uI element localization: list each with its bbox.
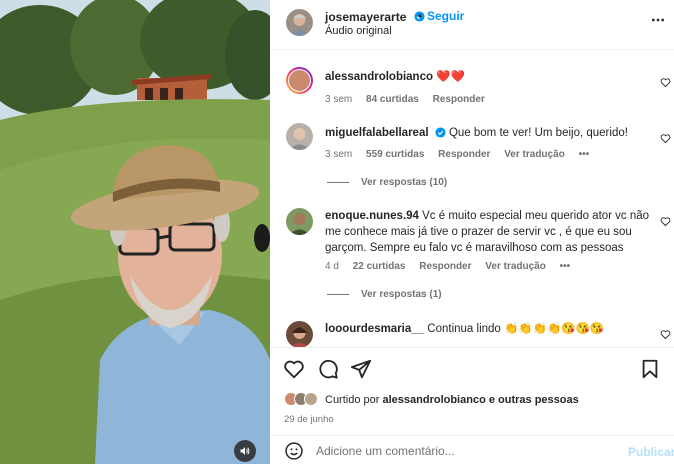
view-replies-button[interactable]: Ver respostas (1) bbox=[327, 289, 442, 300]
post-header: josemayerarte • Seguir Áudio original bbox=[270, 0, 674, 50]
heart-icon[interactable] bbox=[660, 77, 671, 88]
comment-username[interactable]: enoque.nunes.94 bbox=[325, 210, 419, 222]
comment-more-button[interactable]: ••• bbox=[560, 261, 571, 272]
mute-button[interactable] bbox=[234, 440, 256, 462]
bookmark-icon[interactable] bbox=[639, 358, 661, 380]
comment-input[interactable] bbox=[316, 444, 606, 458]
commenter-avatar[interactable] bbox=[286, 208, 313, 235]
comment-time: 3 sem bbox=[325, 94, 353, 105]
comment-text: Continua lindo 👏👏👏👏😘😘😘 bbox=[427, 323, 605, 335]
comment-text: Que bom te ver! Um beijo, querido! bbox=[448, 127, 628, 139]
comment-username[interactable]: looourdesmaria__ bbox=[325, 323, 424, 335]
reply-button[interactable]: Responder bbox=[438, 149, 490, 160]
comment-text: ❤️❤️ bbox=[436, 71, 465, 83]
add-comment-bar: Publicar bbox=[270, 435, 674, 464]
post-actions: Curtido por alessandrolobianco e outras … bbox=[270, 347, 674, 464]
commenter-avatar[interactable] bbox=[286, 67, 313, 94]
comment-more-button[interactable]: ••• bbox=[579, 149, 590, 160]
heart-icon[interactable] bbox=[660, 329, 671, 340]
translate-button[interactable]: Ver tradução bbox=[504, 149, 565, 160]
commenter-avatar[interactable] bbox=[286, 321, 313, 347]
liker-avatar bbox=[304, 392, 318, 406]
commenter-avatar[interactable] bbox=[286, 123, 313, 150]
heart-icon[interactable] bbox=[660, 216, 671, 227]
emoji-icon[interactable] bbox=[284, 441, 304, 461]
translate-button[interactable]: Ver tradução bbox=[485, 261, 546, 272]
liked-by-user[interactable]: alessandrolobianco bbox=[382, 394, 485, 406]
view-replies-button[interactable]: Ver respostas (10) bbox=[327, 177, 447, 188]
original-audio-link[interactable]: Áudio original bbox=[325, 25, 392, 37]
verified-badge-icon bbox=[435, 127, 446, 139]
liked-by-others[interactable]: e outras pessoas bbox=[489, 394, 579, 406]
heart-icon[interactable] bbox=[283, 358, 305, 380]
comment-icon[interactable] bbox=[317, 358, 339, 380]
comment-time: 3 sem bbox=[325, 149, 353, 160]
header-separator: • bbox=[418, 9, 423, 23]
reply-button[interactable]: Responder bbox=[419, 261, 471, 272]
follow-button[interactable]: Seguir bbox=[427, 9, 464, 23]
publish-button[interactable]: Publicar bbox=[628, 445, 674, 459]
post-date[interactable]: 29 de junho bbox=[284, 414, 334, 425]
liked-by-summary: Curtido por alessandrolobianco e outras … bbox=[325, 394, 579, 406]
reply-button[interactable]: Responder bbox=[433, 94, 485, 105]
video-frame-image bbox=[0, 0, 270, 464]
heart-icon[interactable] bbox=[660, 133, 671, 144]
post-details-panel: josemayerarte • Seguir Áudio original al… bbox=[270, 0, 674, 464]
share-icon[interactable] bbox=[350, 358, 372, 380]
comment-time: 4 d bbox=[325, 261, 339, 272]
author-username[interactable]: josemayerarte bbox=[325, 10, 406, 24]
author-avatar[interactable] bbox=[286, 9, 313, 36]
comment-likes[interactable]: 84 curtidas bbox=[366, 94, 419, 105]
mute-icon bbox=[240, 447, 250, 455]
more-icon[interactable] bbox=[650, 12, 666, 28]
post-video[interactable] bbox=[0, 0, 270, 464]
liked-by-prefix: Curtido por bbox=[325, 394, 380, 406]
comment-username[interactable]: alessandrolobianco bbox=[325, 71, 433, 83]
comment-username[interactable]: miguelfalabellareal bbox=[325, 127, 429, 139]
comment-likes[interactable]: 22 curtidas bbox=[353, 261, 406, 272]
comments-list[interactable]: alessandrolobianco ❤️❤️ 3 sem 84 curtida… bbox=[270, 51, 674, 347]
comment-likes[interactable]: 559 curtidas bbox=[366, 149, 424, 160]
